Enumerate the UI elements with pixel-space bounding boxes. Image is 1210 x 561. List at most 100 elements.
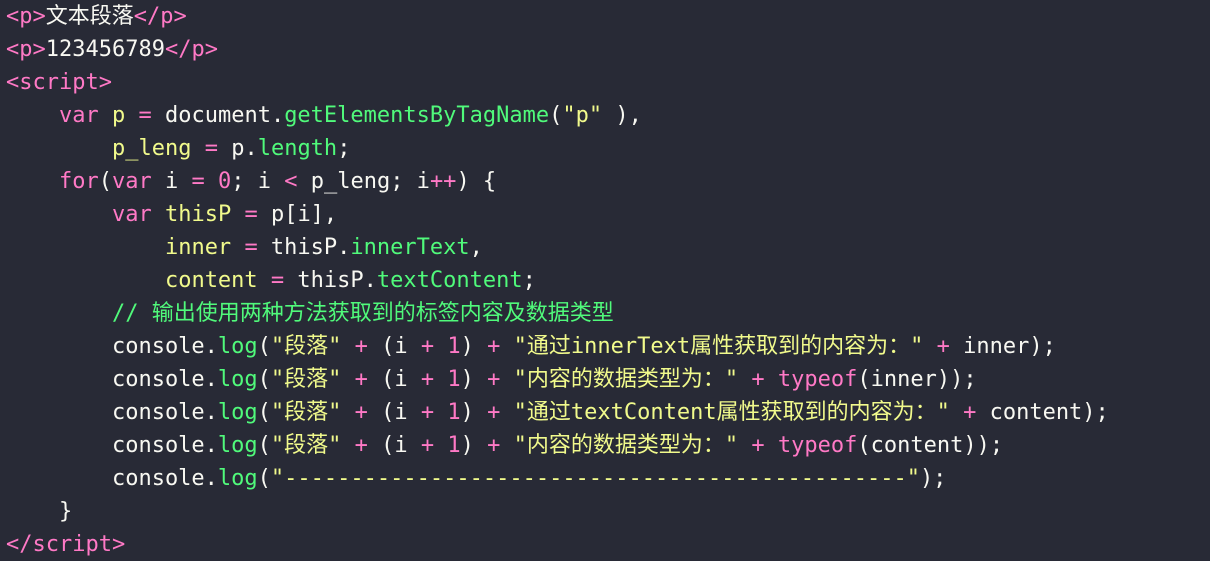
code-token-text: content); xyxy=(976,400,1109,425)
code-token-text: console. xyxy=(6,367,218,392)
code-line: content = thisP.textContent; xyxy=(6,264,1210,297)
code-line: <script> xyxy=(6,66,1210,99)
code-token-keyword: p xyxy=(19,37,33,62)
code-token-tag: < xyxy=(6,70,20,95)
code-token-tag: > xyxy=(98,70,112,95)
code-token-comment: // 输出使用两种方法获取到的标签内容及数据类型 xyxy=(111,301,614,326)
code-token-op: + xyxy=(936,334,950,359)
code-token-decl: p_leng xyxy=(111,136,192,161)
code-token-op: + xyxy=(751,367,765,392)
code-token-op: + xyxy=(420,400,435,425)
code-token-keyword: var xyxy=(58,103,99,128)
code-line: <p>文本段落</p> xyxy=(6,0,1210,33)
code-token-func: log xyxy=(217,466,258,491)
code-token-tag: > xyxy=(204,37,218,62)
code-token-text: ) xyxy=(460,433,488,458)
code-token-string: "---------------------------------------… xyxy=(270,466,920,491)
code-token-tag: </ xyxy=(133,4,161,29)
code-token-op: = xyxy=(191,169,205,194)
code-token-text: p. xyxy=(217,136,258,161)
code-line: console.log("段落" + (i + 1) + "通过textCont… xyxy=(6,396,1210,429)
code-line: console.log("段落" + (i + 1) + "通过innerTex… xyxy=(6,330,1210,363)
code-token-string: "段落" xyxy=(270,367,342,392)
code-token-punc: ( xyxy=(857,433,871,458)
code-token-text: console. xyxy=(6,334,218,359)
code-token-keyword: p xyxy=(191,37,205,62)
code-token-text: 123456789 xyxy=(45,37,165,62)
code-token-func: log xyxy=(217,334,258,359)
code-token-tag: </ xyxy=(164,37,192,62)
code-token-punc: ( xyxy=(257,400,271,425)
code-token-op: + xyxy=(751,433,765,458)
code-token-op: = xyxy=(244,235,258,260)
code-token-punc: ( xyxy=(257,433,271,458)
code-token-text: inner); xyxy=(949,334,1056,359)
code-token-punc: , xyxy=(469,235,483,260)
code-token-string: "通过innerText属性获取到的内容为：" xyxy=(513,334,924,359)
code-token-punc: ( xyxy=(857,367,871,392)
code-token-text: (i xyxy=(367,400,421,425)
code-line: var p = document.getElementsByTagName("p… xyxy=(6,99,1210,132)
code-token-string: "通过textContent属性获取到的内容为：" xyxy=(513,400,950,425)
code-token-func: log xyxy=(217,433,258,458)
code-token-string: "p" xyxy=(562,103,603,128)
code-line: console.log("---------------------------… xyxy=(6,462,1210,495)
code-line: console.log("段落" + (i + 1) + "内容的数据类型为："… xyxy=(6,429,1210,462)
code-token-op: = xyxy=(270,268,285,293)
code-token-func: getElementsByTagName xyxy=(284,103,550,128)
code-token-text: inner)); xyxy=(870,367,977,392)
code-token-keyword: for xyxy=(58,169,99,194)
code-token-op: + xyxy=(354,367,368,392)
code-token-op: + xyxy=(487,433,501,458)
code-token-tag: > xyxy=(32,37,46,62)
code-token-op: + xyxy=(420,433,435,458)
code-line: for(var i = 0; i < p_leng; i++) { xyxy=(6,165,1210,198)
code-token-keyword: script xyxy=(32,532,112,557)
code-token-text: console. xyxy=(6,466,218,491)
code-token-string: "段落" xyxy=(270,400,342,425)
code-token-tag: < xyxy=(6,37,20,62)
code-token-op: = xyxy=(204,136,218,161)
code-token-keyword: script xyxy=(19,70,99,95)
code-editor[interactable]: <p>文本段落</p> <p>123456789</p> <script> var … xyxy=(0,0,1210,560)
code-token-number: 1 xyxy=(447,400,461,425)
code-token-prop: length xyxy=(257,136,338,161)
code-token-decl: inner xyxy=(164,235,232,260)
code-token-string: "内容的数据类型为：" xyxy=(513,367,739,392)
code-token-text: thisP. xyxy=(284,268,377,293)
code-token-punc: ( xyxy=(257,334,271,359)
code-line: console.log("段落" + (i + 1) + "内容的数据类型为："… xyxy=(6,363,1210,396)
code-token-tag: > xyxy=(173,4,187,29)
code-token-op: + xyxy=(420,334,435,359)
code-token-tag: > xyxy=(111,532,126,557)
code-token-text: 文本段落 xyxy=(45,4,134,29)
code-token-func: log xyxy=(217,367,258,392)
code-line: } xyxy=(6,495,1210,528)
code-token-prop: textContent xyxy=(376,268,523,293)
code-token-number: 1 xyxy=(447,433,461,458)
code-token-text: (i xyxy=(367,367,421,392)
code-token-punc: ( xyxy=(257,466,271,491)
code-token-punc: ; i xyxy=(231,169,285,194)
